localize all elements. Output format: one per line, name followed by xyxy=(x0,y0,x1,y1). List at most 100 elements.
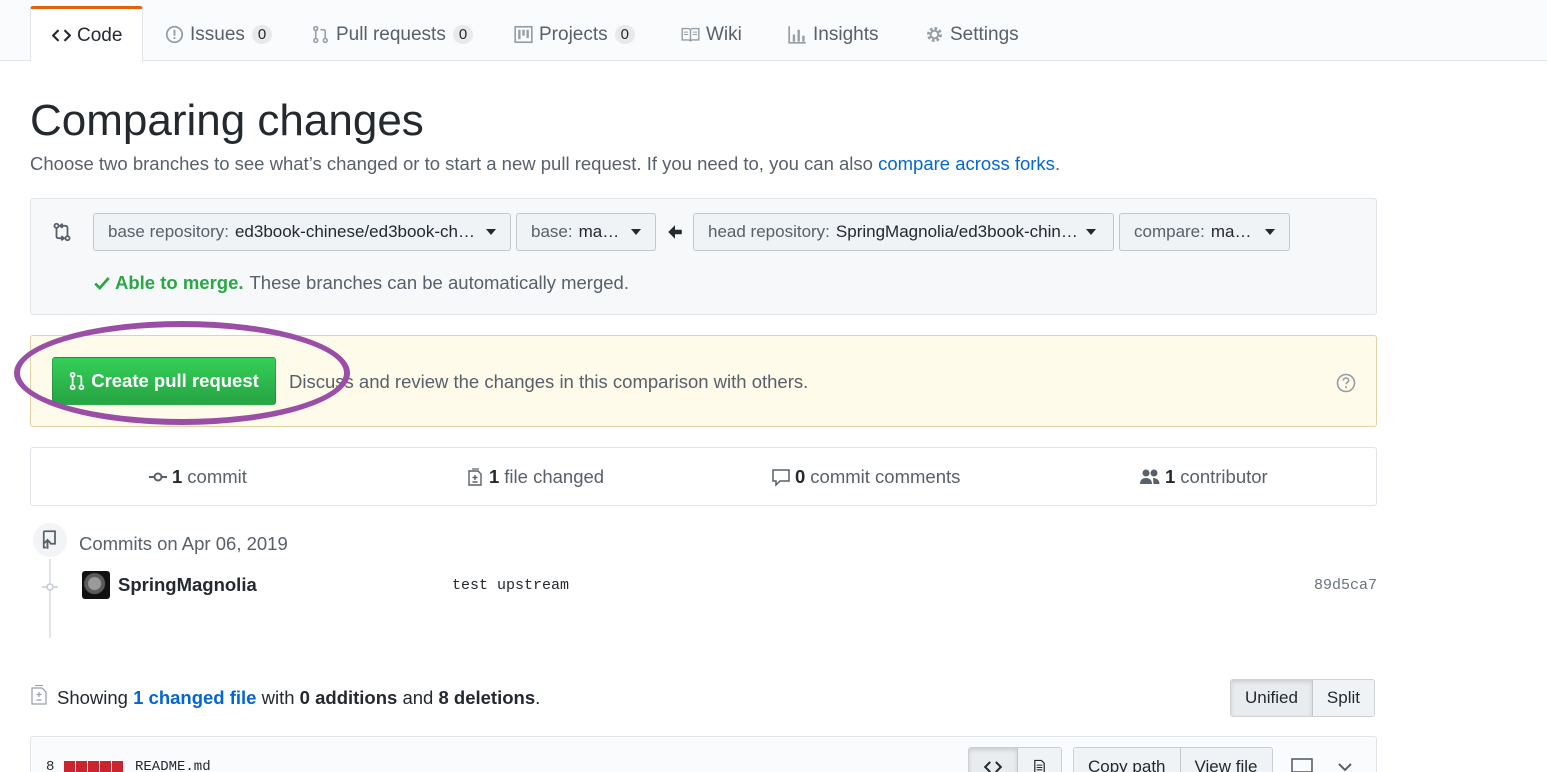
flash-description: Discuss and review the changes in this c… xyxy=(289,371,809,392)
book-icon xyxy=(680,25,700,45)
commits-summary[interactable]: 1 commit xyxy=(148,448,247,505)
comments-summary[interactable]: 0 commit comments xyxy=(771,448,960,505)
issue-icon xyxy=(164,25,184,45)
commit-sha[interactable]: 89d5ca7 xyxy=(1314,577,1377,594)
with-text: with xyxy=(261,687,295,708)
tab-label: Settings xyxy=(950,23,1019,45)
contributors-summary[interactable]: 1 contributor xyxy=(1139,448,1268,505)
code-icon xyxy=(51,26,71,46)
source-view-button[interactable] xyxy=(969,748,1017,772)
period-text: . xyxy=(535,687,541,708)
split-view-button[interactable]: Split xyxy=(1311,680,1374,716)
merge-status: Able to merge. These branches can be aut… xyxy=(93,272,629,294)
commits-date-heading: Commits on Apr 06, 2019 xyxy=(79,533,288,554)
base-branch-select[interactable]: base: master xyxy=(516,213,656,251)
compare-branch-label: compare: xyxy=(1134,222,1205,241)
deletion-block xyxy=(112,761,123,772)
repo-push-badge xyxy=(31,521,69,559)
avatar[interactable] xyxy=(82,571,110,599)
head-repository-select[interactable]: head repository: SpringMagnolia/ed3book-… xyxy=(693,213,1114,251)
pull-request-icon xyxy=(69,371,85,391)
base-repository-select[interactable]: base repository: ed3book-chinese/ed3book… xyxy=(93,213,511,251)
commits-count: 1 xyxy=(172,465,183,487)
file-icon xyxy=(1034,759,1045,772)
subtitle-end: . xyxy=(1054,153,1061,174)
tab-label: Projects xyxy=(539,23,608,45)
tab-code[interactable]: Code xyxy=(30,6,144,62)
base-repository-value: ed3book-chinese/ed3book-chi… xyxy=(234,222,478,241)
page-subtitle: Choose two branches to see what’s change… xyxy=(30,153,1060,175)
files-count: 1 xyxy=(489,465,500,487)
repo-push-icon xyxy=(42,530,56,549)
files-label: file changed xyxy=(504,465,605,487)
code-icon xyxy=(984,761,1002,772)
compare-branch-value: master xyxy=(1210,222,1257,241)
display-icon[interactable] xyxy=(1290,755,1314,772)
file-diff-icon xyxy=(468,467,482,486)
pull-request-icon xyxy=(310,25,330,45)
check-icon xyxy=(94,277,110,291)
file-actions-group: Copy path View file xyxy=(1073,747,1273,772)
changed-files-link[interactable]: 1 changed file xyxy=(133,687,256,708)
caret-down-icon xyxy=(1265,229,1275,235)
timeline-line xyxy=(49,556,51,638)
file-header: 8 README.md Copy path View file xyxy=(30,736,1377,772)
head-repository-value: SpringMagnolia/ed3book-chin… xyxy=(835,222,1078,241)
commits-label: commit xyxy=(187,465,247,487)
diffstat-summary: Showing 1 changed file with 0 additions … xyxy=(57,687,540,709)
compare-branch-select[interactable]: compare: master xyxy=(1119,213,1290,251)
tab-settings[interactable]: Settings xyxy=(924,8,1019,61)
deletion-block xyxy=(64,761,75,772)
people-icon xyxy=(1140,469,1160,484)
repo-nav: Code Issues 0 Pull requests 0 Projects 0… xyxy=(0,0,1547,62)
diff-view-toggle: Unified Split xyxy=(1230,679,1375,717)
showing-text: Showing xyxy=(57,687,128,708)
caret-down-icon xyxy=(1085,229,1096,235)
file-name[interactable]: README.md xyxy=(135,759,211,772)
tab-label: Code xyxy=(77,24,123,46)
tab-pull-requests[interactable]: Pull requests 0 xyxy=(310,8,474,61)
files-summary[interactable]: 1 file changed xyxy=(465,448,604,505)
diffstat-blocks xyxy=(64,761,124,772)
tab-projects[interactable]: Projects 0 xyxy=(513,8,635,61)
gear-icon xyxy=(924,25,944,45)
git-compare-icon xyxy=(51,221,73,243)
contributors-label: contributor xyxy=(1180,465,1268,487)
tab-label: Wiki xyxy=(706,23,742,45)
contributors-count: 1 xyxy=(1165,465,1176,487)
tab-label: Issues xyxy=(190,23,245,45)
subtitle-text: Choose two branches to see what’s change… xyxy=(30,153,879,174)
numbers-summary: 1 commit 1 file changed 0 commit comment… xyxy=(30,447,1377,506)
tab-insights[interactable]: Insights xyxy=(787,8,878,61)
deletion-block xyxy=(76,761,87,772)
compare-across-forks-link[interactable]: compare across forks xyxy=(878,153,1055,174)
deletion-block xyxy=(100,761,111,772)
deletions-count: 8 deletions xyxy=(438,687,536,708)
copy-path-button[interactable]: Copy path xyxy=(1074,748,1180,772)
base-branch-value: master xyxy=(578,222,623,241)
tab-issues[interactable]: Issues 0 xyxy=(164,8,273,61)
create-pull-request-button[interactable]: Create pull request xyxy=(52,357,276,405)
base-branch-label: base: xyxy=(531,222,573,241)
tab-wiki[interactable]: Wiki xyxy=(680,8,742,61)
project-icon xyxy=(513,25,533,45)
create-pull-request-label: Create pull request xyxy=(91,370,259,391)
merge-ok-text: Able to merge. xyxy=(115,272,244,293)
merge-detail-text: These branches can be automatically merg… xyxy=(249,272,629,293)
deletion-block xyxy=(88,761,99,772)
chevron-down-icon[interactable] xyxy=(1333,755,1357,772)
rich-view-button[interactable] xyxy=(1017,748,1061,772)
commit-author[interactable]: SpringMagnolia xyxy=(118,574,257,596)
and-text: and xyxy=(402,687,434,708)
commit-message[interactable]: test upstream xyxy=(452,577,569,594)
arrow-left-icon xyxy=(666,223,684,241)
file-change-count: 8 xyxy=(46,759,55,772)
view-file-button[interactable]: View file xyxy=(1179,748,1272,772)
tab-label: Insights xyxy=(813,23,879,45)
issues-counter: 0 xyxy=(251,25,273,44)
head-repository-label: head repository: xyxy=(708,222,830,241)
caret-down-icon xyxy=(486,229,496,235)
question-icon[interactable] xyxy=(1336,373,1356,393)
range-editor: base repository: ed3book-chinese/ed3book… xyxy=(30,198,1377,315)
unified-view-button[interactable]: Unified xyxy=(1231,680,1312,716)
